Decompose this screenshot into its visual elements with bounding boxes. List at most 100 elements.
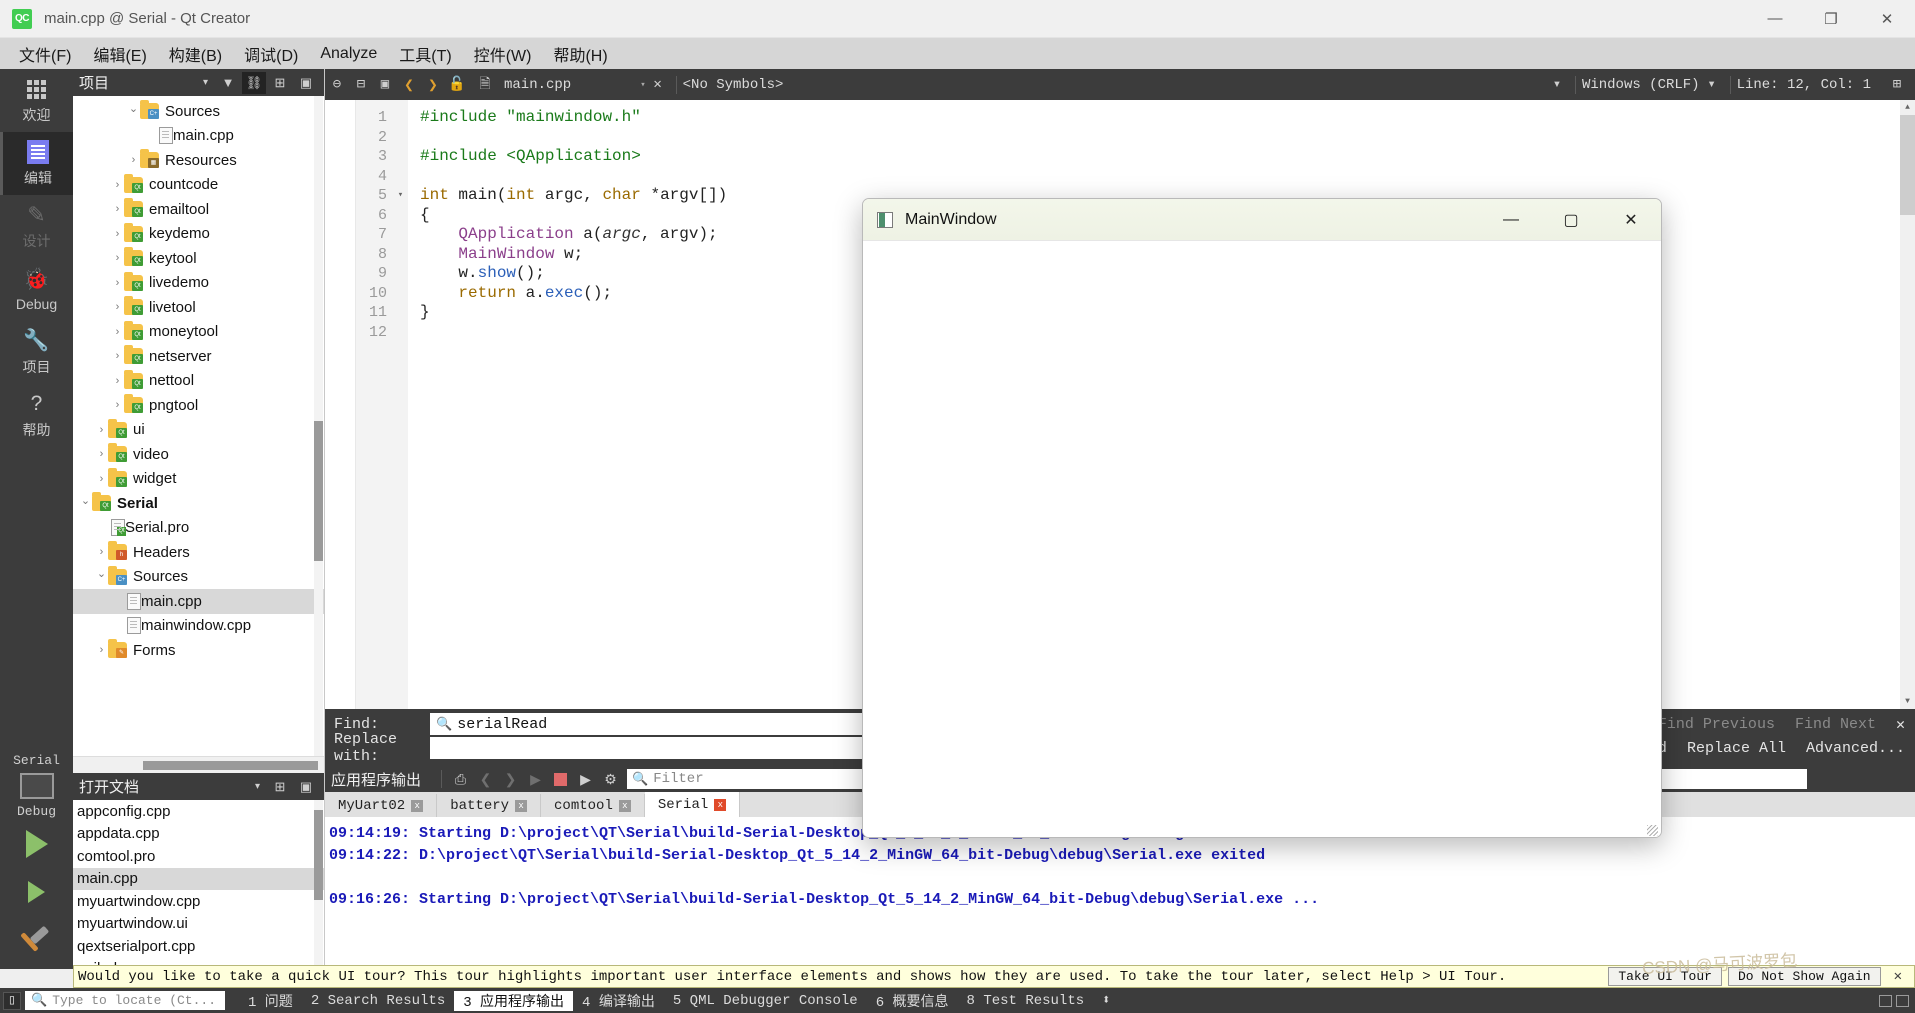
tree-row[interactable]: C+ Sources [73, 565, 324, 590]
mode-button-设计[interactable]: ✎ 设计 [0, 195, 73, 258]
scroll-down-icon[interactable]: ▼ [1900, 694, 1915, 709]
chevron-right-icon[interactable] [95, 546, 108, 558]
tree-row[interactable]: Qt countcode [73, 173, 324, 198]
tree-row[interactable]: h Headers [73, 540, 324, 565]
mode-button-项目[interactable]: 🔧 项目 [0, 321, 73, 384]
split-icon[interactable]: ⊞ [268, 72, 292, 94]
run-button[interactable] [0, 821, 73, 867]
menu-analyze[interactable]: Analyze [309, 41, 388, 67]
tree-row[interactable]: Qt Serial [73, 491, 324, 516]
tree-row[interactable]: Qt keydemo [73, 222, 324, 247]
unlock-icon[interactable]: 🔓 [445, 73, 469, 97]
stop-icon[interactable] [548, 768, 573, 790]
tree-row[interactable]: mainwindow.cpp [73, 614, 324, 639]
symbols-label[interactable]: <No Symbols> [683, 77, 784, 93]
close-document-icon[interactable]: ✕ [646, 73, 670, 97]
tree-row[interactable]: Qtui [73, 418, 324, 443]
output-tab[interactable]: Serial x [644, 792, 741, 817]
tree-row[interactable]: main.cpp [73, 589, 324, 614]
mainwindow-close-button[interactable]: ✕ [1601, 199, 1661, 241]
chevron-down-icon[interactable]: ▾ [249, 781, 266, 792]
chevron-right-icon[interactable] [111, 375, 124, 387]
menu-debug[interactable]: 调试(D) [233, 38, 309, 70]
chevron-right-icon[interactable] [111, 301, 124, 313]
open-document-item[interactable]: appconfig.cpp [73, 800, 324, 823]
chevron-right-icon[interactable] [95, 644, 108, 656]
menu-build[interactable]: 构建(B) [158, 38, 233, 70]
close-icon[interactable]: x [515, 799, 528, 812]
output-pane-tab[interactable]: 1 问题 [239, 991, 302, 1011]
back-arrow-icon[interactable]: ❮ [397, 73, 421, 97]
tree-row[interactable]: ✎ Forms [73, 638, 324, 663]
mode-button-欢迎[interactable]: 欢迎 [0, 69, 73, 132]
close-split-icon[interactable]: ▣ [373, 73, 397, 97]
project-tree-scroll-thumb[interactable] [314, 421, 323, 561]
chevron-down-icon[interactable]: ▾ [197, 77, 214, 88]
replace-all-button[interactable]: Replace All [1677, 740, 1796, 757]
project-tree[interactable]: C+Sourcesmain.cpp▦ResourcesQtcountcodeQt… [73, 96, 324, 756]
tree-row[interactable]: ▦ Resources [73, 148, 324, 173]
line-ending-label[interactable]: Windows (CRLF) [1582, 77, 1700, 93]
open-documents-list[interactable]: appconfig.cpp appdata.cpp comtool.pro main.… [73, 800, 324, 969]
menu-file[interactable]: 文件(F) [8, 38, 82, 70]
forward-arrow-icon[interactable]: ❯ [421, 73, 445, 97]
tree-row[interactable]: Qt livedemo [73, 271, 324, 296]
prev-icon[interactable]: ❮ [473, 768, 498, 790]
search-icon[interactable]: 🔍 [436, 717, 452, 732]
mainwindow-minimize-button[interactable]: — [1481, 199, 1541, 241]
open-documents-scroll-thumb[interactable] [314, 810, 323, 900]
chevron-right-icon[interactable] [111, 203, 124, 215]
minimize-dock-icon[interactable]: ▣ [294, 72, 318, 94]
menu-window[interactable]: 控件(W) [463, 38, 543, 70]
output-pane-tab[interactable]: 2 Search Results [302, 993, 454, 1009]
mainwindow-titlebar[interactable]: MainWindow — ▢ ✕ [863, 199, 1661, 241]
editor-scroll-thumb[interactable] [1900, 115, 1915, 215]
find-next-button[interactable]: Find Next [1785, 716, 1886, 733]
minimize-dock-icon[interactable]: ▣ [294, 776, 318, 798]
mode-button-帮助[interactable]: ? 帮助 [0, 384, 73, 447]
open-document-item[interactable]: appdata.cpp [73, 823, 324, 846]
tree-row[interactable]: Qt keytool [73, 246, 324, 271]
chevron-right-icon[interactable] [111, 228, 124, 240]
current-file-chip[interactable]: 🗎 main.cpp ▾ [473, 73, 645, 97]
run-debug-icon[interactable]: ▶ [573, 768, 598, 790]
close-icon[interactable]: x [714, 798, 727, 811]
chevron-right-icon[interactable] [111, 350, 124, 362]
tree-row[interactable]: Qt moneytool [73, 320, 324, 345]
chevron-right-icon[interactable] [127, 154, 140, 166]
tree-row[interactable]: Qt pngtool [73, 393, 324, 418]
next-icon[interactable]: ❯ [498, 768, 523, 790]
split-editor-icon[interactable]: ⊞ [1885, 73, 1909, 97]
chevron-right-icon[interactable] [111, 277, 124, 289]
menu-help[interactable]: 帮助(H) [542, 38, 618, 70]
chevron-down-icon[interactable] [95, 570, 108, 583]
tree-row[interactable]: Qt Serial.pro [73, 516, 324, 541]
breakpoint-gutter[interactable] [325, 100, 356, 709]
attach-icon[interactable]: ⎙ [448, 768, 473, 790]
chevron-down-icon[interactable] [79, 497, 92, 510]
tree-row[interactable]: Qt livetool [73, 295, 324, 320]
tree-row[interactable]: main.cpp [73, 124, 324, 149]
minimize-output-icon[interactable] [1879, 994, 1892, 1007]
filter-icon[interactable]: ▼ [216, 72, 240, 94]
chevron-right-icon[interactable] [111, 399, 124, 411]
mode-button-编辑[interactable]: 编辑 [0, 132, 73, 195]
output-pane-tab[interactable]: 5 QML Debugger Console [664, 993, 867, 1009]
tree-row[interactable]: Qtvideo [73, 442, 324, 467]
open-document-item[interactable]: comtool.pro [73, 845, 324, 868]
advanced-button[interactable]: Advanced... [1796, 740, 1915, 757]
mainwindow-dialog[interactable]: MainWindow — ▢ ✕ [862, 198, 1662, 838]
maximize-output-icon[interactable] [1896, 994, 1909, 1007]
chevron-down-icon[interactable]: ▾ [1700, 73, 1724, 97]
editor-scrollbar[interactable]: ▲ ▼ [1900, 100, 1915, 709]
tree-row[interactable]: Qt nettool [73, 369, 324, 394]
scroll-up-icon[interactable]: ▲ [1900, 100, 1915, 115]
menu-tools[interactable]: 工具(T) [388, 38, 462, 70]
chevron-right-icon[interactable] [95, 473, 108, 485]
output-tab[interactable]: MyUart02 x [325, 794, 438, 817]
open-document-item[interactable]: qextserialport.cpp [73, 935, 324, 958]
chevron-right-icon[interactable] [111, 179, 124, 191]
split-add-icon[interactable]: ⊟ [349, 73, 373, 97]
open-document-item[interactable]: myuartwindow.cpp [73, 890, 324, 913]
mode-button-Debug[interactable]: 🐞 Debug [0, 258, 73, 321]
